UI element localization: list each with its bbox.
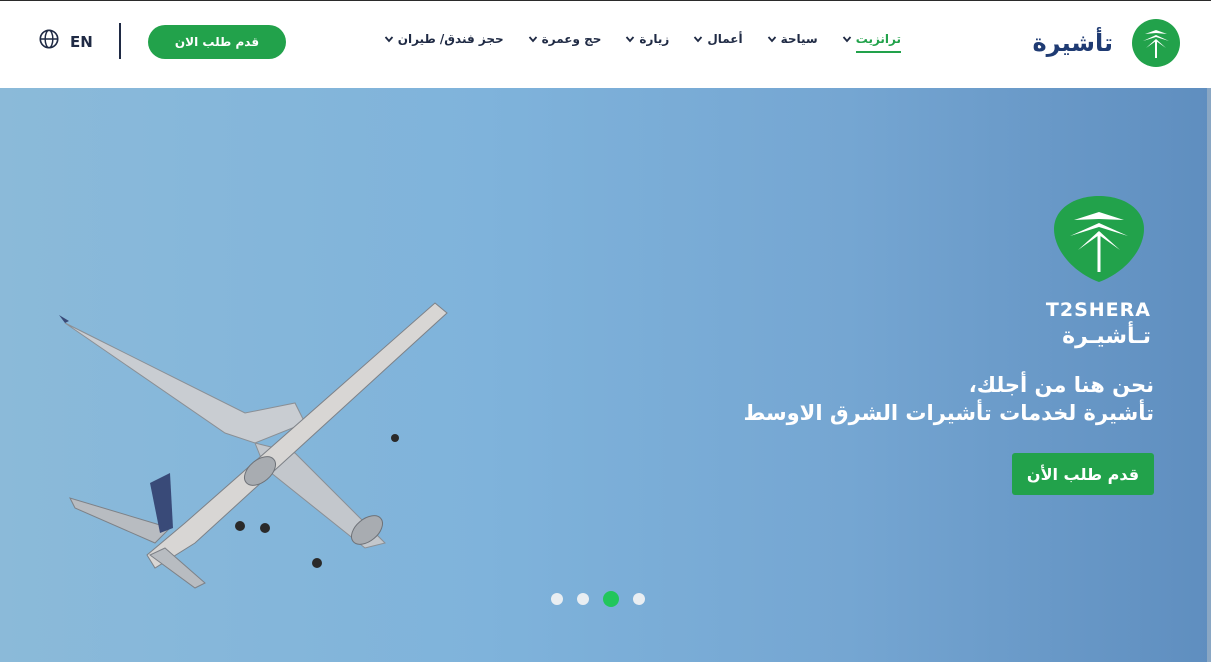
nav-item-hajj-umrah[interactable]: حج وعمرة: [528, 32, 602, 53]
hero-headline-line1: نحن هنا من أجلك،: [968, 373, 1154, 397]
globe-icon: [39, 29, 59, 49]
chevron-down-icon: [767, 36, 776, 43]
language-label: EN: [70, 33, 93, 51]
chevron-down-icon: [694, 36, 703, 43]
header-divider: [119, 23, 121, 59]
nav-item-business[interactable]: أعمال: [693, 32, 743, 53]
chevron-down-icon: [842, 36, 851, 43]
nav-label: سياحة: [780, 32, 818, 46]
hero-banner: T2SHERA تـأشيـرة نحن هنا من أجلك، تأشيرة…: [0, 88, 1211, 662]
nav-item-hotel-flight[interactable]: حجز فندق/ طيران: [384, 32, 504, 53]
chevron-down-icon: [384, 36, 393, 43]
nav-label: أعمال: [707, 32, 743, 46]
carousel-dot[interactable]: [633, 593, 645, 605]
hero-brand-arabic: تـأشيـرة: [1062, 324, 1151, 349]
hero-brand-latin: T2SHERA: [1045, 299, 1151, 321]
carousel-dot[interactable]: [577, 593, 589, 605]
nav-item-visit[interactable]: زيارة: [625, 32, 669, 53]
nav-label: حجز فندق/ طيران: [397, 32, 504, 46]
palm-logo-icon: [1054, 196, 1144, 282]
carousel-dot-active[interactable]: [603, 591, 619, 607]
carousel-dot[interactable]: [551, 593, 563, 605]
nav-label: ترانزيت: [855, 32, 901, 53]
nav-item-tourism[interactable]: سياحة: [767, 32, 818, 53]
chevron-down-icon: [626, 36, 635, 43]
apply-now-header-button[interactable]: قدم طلب الان: [148, 25, 286, 59]
palm-logo-icon: [1132, 19, 1180, 67]
scrollbar[interactable]: [1207, 88, 1211, 662]
apply-now-hero-button[interactable]: قدم طلب الأن: [1012, 453, 1154, 495]
page: EN قدم طلب الان ترانزيت سياحة أعمال زيار…: [0, 0, 1211, 662]
nav-label: زيارة: [639, 32, 670, 46]
hero-headline-line2: تأشيرة لخدمات تأشيرات الشرق الاوسط: [743, 401, 1154, 425]
brand-name: تأشيرة: [1032, 29, 1113, 57]
airplane-image: [59, 302, 448, 589]
carousel-dots: [551, 591, 645, 607]
language-switch[interactable]: EN: [38, 27, 93, 51]
nav-item-transit[interactable]: ترانزيت: [842, 32, 901, 53]
chevron-down-icon: [528, 36, 537, 43]
nav-label: حج وعمرة: [541, 32, 602, 46]
brand[interactable]: تأشيرة: [1032, 18, 1181, 68]
main-nav: ترانزيت سياحة أعمال زيارة حج وعمرة حجز ف…: [384, 32, 901, 53]
site-header: EN قدم طلب الان ترانزيت سياحة أعمال زيار…: [0, 1, 1211, 88]
